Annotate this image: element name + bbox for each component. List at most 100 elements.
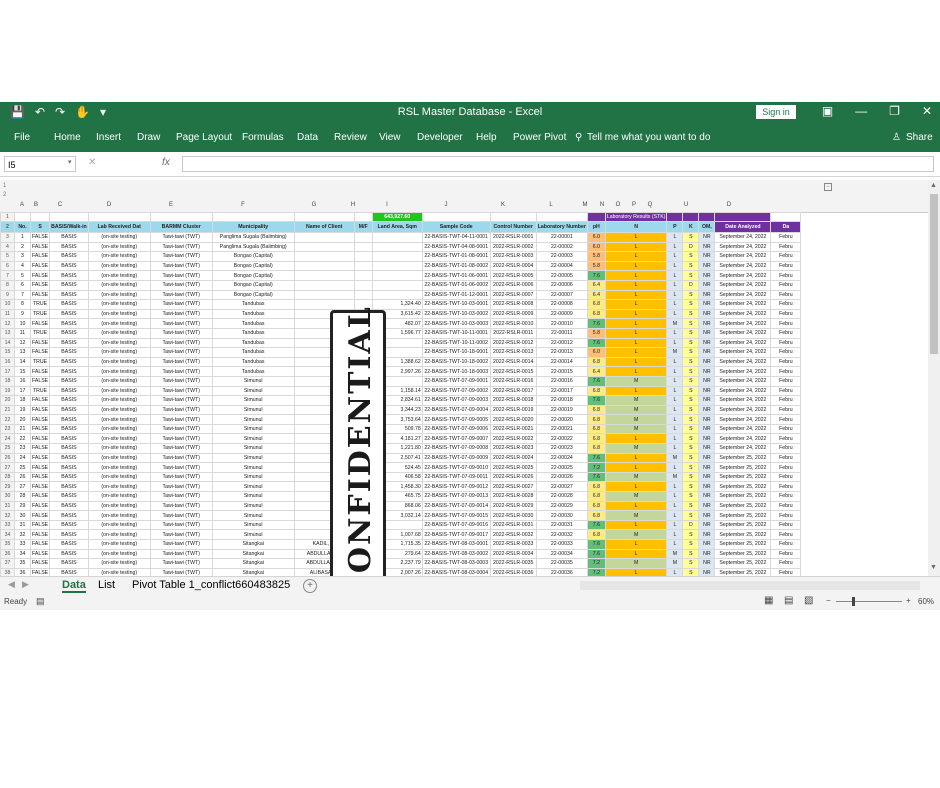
cell[interactable]: 22-00009 [535,308,588,320]
cell[interactable]: Tawi-tawi (TWT) [149,270,213,281]
cell[interactable]: L [666,567,684,576]
cell[interactable]: NR [698,414,716,425]
cell[interactable]: 22-BASIS-TWT-10-11-0001 [421,327,491,339]
cell[interactable]: M [604,395,668,406]
cell[interactable]: (on-site testing) [87,510,151,521]
row-header[interactable]: 24 [0,433,15,445]
cell[interactable]: 6.0 [586,241,606,253]
cell[interactable]: L [604,289,668,301]
cell[interactable]: Bongao (Capital) [211,260,295,272]
cell[interactable]: BASIS [49,548,89,560]
cell[interactable]: Simunul [211,462,295,473]
cell[interactable]: FALSE [29,279,51,291]
header-cell[interactable]: Name of Client [293,221,355,233]
cell[interactable]: (on-site testing) [87,443,151,454]
cell[interactable]: Febru [770,232,802,243]
cell[interactable]: 6.8 [586,308,606,320]
cell[interactable]: M [604,443,668,454]
cell[interactable]: NR [698,232,716,243]
cell[interactable]: 6.8 [586,491,606,502]
cell[interactable]: 34 [14,548,31,560]
cell[interactable]: M [666,452,684,464]
cell[interactable]: Febru [770,519,802,531]
cell[interactable]: M [666,318,684,329]
cell[interactable]: 22-BASIS-TWT-10-18-0003 [421,366,491,377]
cell[interactable]: NR [698,481,716,493]
cell[interactable]: September 24, 2022 [714,308,772,320]
cell[interactable]: 22-BASIS-TWT-10-18-0001 [421,347,491,358]
cell[interactable]: L [604,327,668,339]
cell[interactable]: 6.8 [586,423,606,435]
cell[interactable]: S [682,270,700,281]
header-cell[interactable]: Sample Code [421,221,491,233]
cell[interactable]: NR [698,433,716,445]
cell[interactable]: 33 [14,539,31,550]
cell[interactable]: Simunul [211,443,295,454]
cell[interactable]: FALSE [29,539,51,550]
cell[interactable]: L [604,279,668,291]
tab-data[interactable]: Data [297,132,318,143]
cell[interactable]: (on-site testing) [87,500,151,512]
cell[interactable]: 22-BASIS-TWT-08-03-0002 [421,548,491,560]
cell[interactable]: 25 [14,462,31,473]
cell[interactable]: 22-BASIS-TWT-10-03-0002 [421,308,491,320]
cell[interactable]: 36 [14,567,31,576]
cell[interactable]: L [604,567,668,576]
cell[interactable]: Tawi-tawi (TWT) [149,366,213,377]
cell[interactable]: M [604,529,668,540]
cell[interactable]: Febru [770,251,802,262]
cell[interactable]: Tawi-tawi (TWT) [149,337,213,349]
row-header[interactable]: 14 [0,337,15,349]
cell[interactable]: M [604,414,668,425]
cell[interactable]: 27 [14,481,31,493]
cell[interactable]: 6.8 [586,414,606,425]
cell[interactable]: FALSE [29,251,51,262]
row-header[interactable]: 15 [0,347,15,358]
cell[interactable]: 22-00007 [535,289,588,301]
cell[interactable]: L [604,270,668,281]
cell[interactable]: (on-site testing) [87,251,151,262]
chevron-down-icon[interactable]: ▾ [68,158,72,166]
row-header[interactable]: 2 [0,221,15,233]
cell[interactable]: Tawi-tawi (TWT) [149,251,213,262]
cell[interactable]: 19 [14,404,31,416]
tab-developer[interactable]: Developer [417,132,463,143]
cell[interactable]: BASIS [49,481,89,493]
cell[interactable]: Febru [770,318,802,329]
cell[interactable]: TRUE [29,385,51,397]
column-header[interactable]: K [480,202,526,208]
row-header[interactable]: 3 [0,232,15,243]
column-header[interactable]: F [202,202,284,208]
cell[interactable]: M [666,347,684,358]
cell[interactable]: 2022-RSLR-0014 [489,356,537,368]
zoom-slider-thumb[interactable] [852,597,855,606]
cell[interactable]: Simunul [211,375,295,387]
cell[interactable]: L [604,347,668,358]
cell[interactable]: September 24, 2022 [714,423,772,435]
cell[interactable]: 2022-RSLR-0025 [489,462,537,473]
cell[interactable]: NR [698,356,716,368]
cell[interactable]: NR [698,529,716,540]
cell[interactable]: S [682,327,700,339]
cell[interactable]: 7.6 [586,452,606,464]
cell[interactable] [371,270,423,281]
cell[interactable]: 2 [14,241,31,253]
cell[interactable]: S [682,366,700,377]
cell[interactable]: S [682,443,700,454]
cell[interactable]: 8 [14,299,31,310]
cell[interactable]: 22-00020 [535,414,588,425]
cell[interactable]: Febru [770,395,802,406]
cell[interactable]: Febru [770,452,802,464]
cell[interactable]: Tawi-tawi (TWT) [149,548,213,560]
cell[interactable] [87,212,151,222]
cell[interactable]: 22-00023 [535,443,588,454]
outline-level-2[interactable]: 2 [3,192,6,198]
cell[interactable]: FALSE [29,452,51,464]
cell[interactable]: Simunul [211,519,295,531]
row-header[interactable]: 22 [0,414,15,425]
page-layout-view-icon[interactable]: ▤ [784,595,793,606]
cell[interactable]: BASIS [49,414,89,425]
cell[interactable]: S [682,510,700,521]
cell[interactable]: Tandubas [211,337,295,349]
cell[interactable]: FALSE [29,519,51,531]
